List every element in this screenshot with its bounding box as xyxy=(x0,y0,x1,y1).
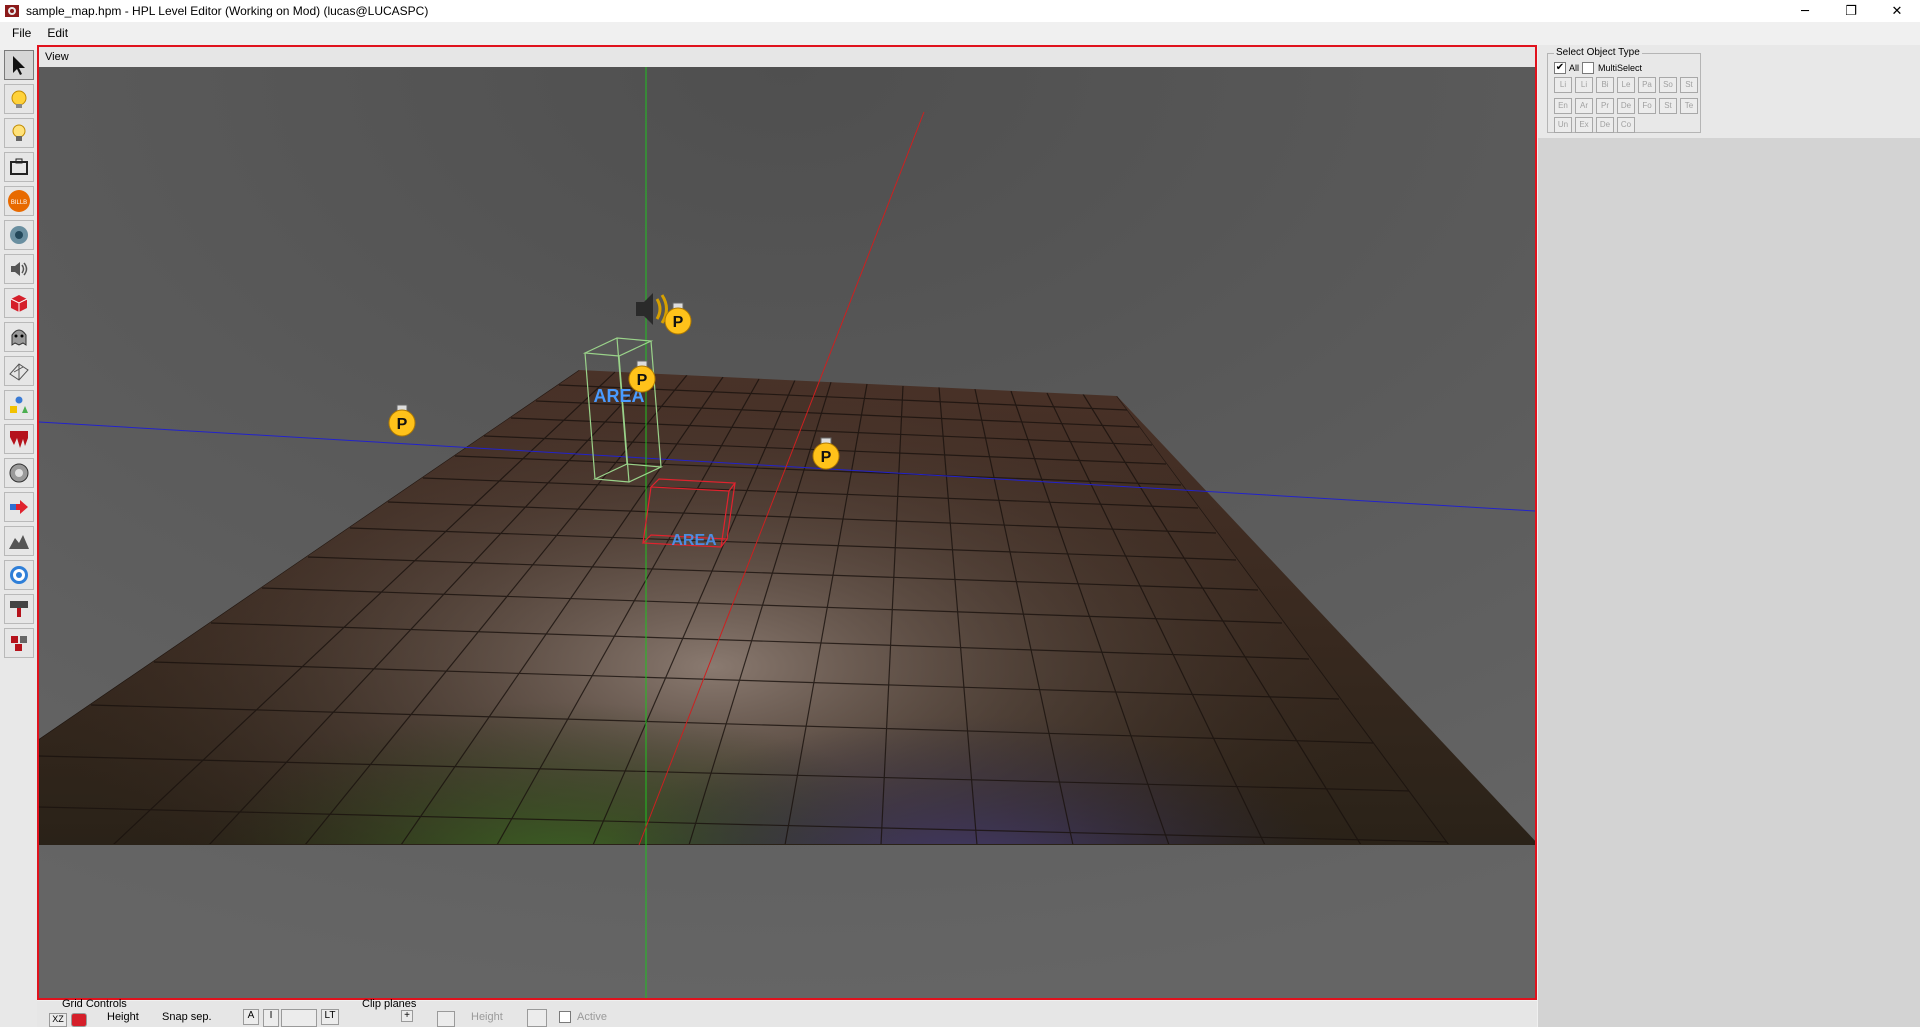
mesh-tool-button[interactable] xyxy=(4,356,34,386)
snap-toggle-button[interactable] xyxy=(71,1013,87,1027)
svg-text:P: P xyxy=(821,449,832,466)
tool-palette: BILLB xyxy=(0,50,37,1027)
type-filter-button[interactable]: St xyxy=(1680,77,1698,93)
multiselect-checkbox[interactable] xyxy=(1582,62,1594,74)
primitive-icon xyxy=(10,396,28,413)
static-object-icon xyxy=(10,295,28,312)
rotation-tool-button[interactable] xyxy=(4,560,34,590)
bottom-controls-bar: Grid Controls XZ Height Snap sep. A I LT… xyxy=(37,998,1537,1027)
clip-plane-preview[interactable] xyxy=(281,1009,317,1027)
lightbulb-icon xyxy=(12,124,26,141)
menu-file[interactable]: File xyxy=(4,22,39,44)
snap-sep-label: Snap sep. xyxy=(162,1011,212,1023)
primitive-tool-button[interactable] xyxy=(4,390,34,420)
type-filter-button[interactable]: Un xyxy=(1554,117,1572,133)
particle-icon xyxy=(10,226,28,244)
clip-lt-button[interactable]: LT xyxy=(321,1009,339,1025)
entity-ghost-icon xyxy=(11,329,27,346)
decal-tool-button[interactable] xyxy=(4,424,34,454)
window-title: sample_map.hpm - HPL Level Editor (Worki… xyxy=(26,4,429,18)
type-filter-button[interactable]: Li xyxy=(1575,77,1593,93)
select-arrow-icon xyxy=(13,56,25,75)
clip-height-field[interactable] xyxy=(527,1009,547,1027)
combine-tool-button[interactable] xyxy=(4,594,34,624)
type-filter-button[interactable]: St xyxy=(1659,98,1677,114)
height-label: Height xyxy=(107,1011,139,1023)
combine-icon xyxy=(10,601,28,617)
rotation-icon xyxy=(10,566,28,584)
svg-text:P: P xyxy=(637,372,648,389)
svg-text:P: P xyxy=(397,416,408,433)
type-filter-button[interactable]: Ar xyxy=(1575,98,1593,114)
area-icon xyxy=(9,463,29,483)
terrain-tool-button[interactable] xyxy=(4,526,34,556)
box-icon xyxy=(10,158,28,175)
all-label: All xyxy=(1569,63,1580,73)
grid-controls-label: Grid Controls xyxy=(62,998,127,1010)
clip-i-button[interactable]: I xyxy=(263,1009,279,1027)
type-filter-button[interactable]: Co xyxy=(1617,117,1635,133)
type-filter-button[interactable]: Fo xyxy=(1638,98,1656,114)
clip-a-button[interactable]: A xyxy=(243,1009,259,1025)
clip-height-label: Height xyxy=(471,1011,503,1023)
type-filter-button[interactable]: Bi xyxy=(1596,77,1614,93)
multiselect-label: MultiSelect xyxy=(1598,63,1643,73)
viewport-title: View xyxy=(39,47,1535,67)
compound-tool-button[interactable] xyxy=(4,628,34,658)
box-tool-button[interactable] xyxy=(4,152,34,182)
particle-tool-button[interactable] xyxy=(4,220,34,250)
light-icon xyxy=(11,90,27,108)
billboard-icon: BILLB xyxy=(8,190,30,212)
viewport-panel[interactable]: View AREA AREA P P P P xyxy=(37,45,1537,1000)
decal-icon xyxy=(10,431,28,448)
clip-active-checkbox[interactable] xyxy=(559,1011,571,1023)
type-filter-button[interactable]: Li xyxy=(1554,77,1572,93)
select-tool-button[interactable] xyxy=(4,50,34,80)
menu-edit[interactable]: Edit xyxy=(39,22,76,44)
type-filter-button[interactable]: En xyxy=(1554,98,1572,114)
arrow-tool-button[interactable] xyxy=(4,492,34,522)
all-checkbox[interactable]: ✔ xyxy=(1554,62,1566,74)
type-filter-button[interactable]: Pr xyxy=(1596,98,1614,114)
title-bar: sample_map.hpm - HPL Level Editor (Worki… xyxy=(0,0,1920,22)
static-object-tool-button[interactable] xyxy=(4,288,34,318)
scene-canvas[interactable]: AREA AREA P P P P xyxy=(39,67,1535,998)
svg-text:P: P xyxy=(673,314,684,331)
minimize-button[interactable]: ─ xyxy=(1782,0,1828,22)
add-clip-plane-button[interactable]: + xyxy=(401,1010,413,1022)
sound-icon xyxy=(11,262,28,276)
properties-panel: Select Object Type ✔ All MultiSelect Li … xyxy=(1538,45,1920,1027)
arrow-icon xyxy=(10,500,28,514)
clip-active-label: Active xyxy=(577,1011,607,1023)
mesh-grid-icon xyxy=(9,363,29,381)
select-object-type-group: Select Object Type ✔ All MultiSelect Li … xyxy=(1547,47,1701,133)
light-tool-button[interactable] xyxy=(4,84,34,114)
clip-plane-list[interactable] xyxy=(437,1011,455,1027)
entity-tool-button[interactable] xyxy=(4,322,34,352)
area-label-secondary: AREA xyxy=(671,532,717,549)
select-object-type-section: Select Object Type ✔ All MultiSelect Li … xyxy=(1538,45,1920,138)
type-filter-button[interactable]: Te xyxy=(1680,98,1698,114)
type-filter-button[interactable]: De xyxy=(1596,117,1614,133)
select-object-type-title: Select Object Type xyxy=(1554,47,1642,58)
menu-bar: File Edit xyxy=(0,22,1920,44)
grid-plane-xz-button[interactable]: XZ xyxy=(49,1013,67,1027)
spotlight-tool-button[interactable] xyxy=(4,118,34,148)
close-button[interactable]: ✕ xyxy=(1874,0,1920,22)
restore-button[interactable]: ❐ xyxy=(1828,0,1874,22)
billboard-tool-button[interactable]: BILLB xyxy=(4,186,34,216)
type-filter-button[interactable]: Le xyxy=(1617,77,1635,93)
compound-icon xyxy=(11,636,27,651)
type-filter-button[interactable]: De xyxy=(1617,98,1635,114)
app-logo-icon xyxy=(5,5,19,17)
type-filter-button[interactable]: Ex xyxy=(1575,117,1593,133)
sound-tool-button[interactable] xyxy=(4,254,34,284)
svg-text:BILLB: BILLB xyxy=(11,200,27,206)
clip-planes-label: Clip planes xyxy=(362,998,417,1010)
type-filter-button[interactable]: So xyxy=(1659,77,1677,93)
type-filter-button[interactable]: Pa xyxy=(1638,77,1656,93)
terrain-icon xyxy=(9,535,29,549)
area-tool-button[interactable] xyxy=(4,458,34,488)
